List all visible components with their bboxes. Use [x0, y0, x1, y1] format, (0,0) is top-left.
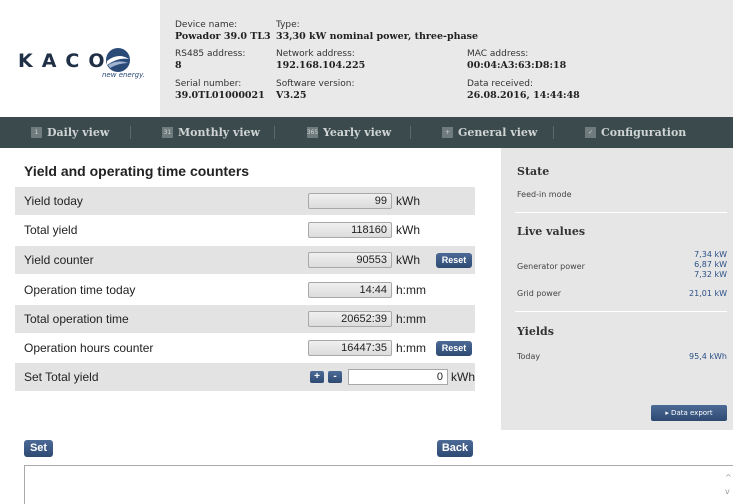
- total-operation-time-value: 20652:39: [308, 311, 392, 327]
- row-unit: kWh: [396, 194, 420, 208]
- yields-heading: Yields: [517, 325, 554, 338]
- row-label: Operation hours counter: [24, 341, 154, 355]
- operation-hours-counter-value: 16447:35: [308, 340, 392, 356]
- nav-daily-view[interactable]: 1 Daily view: [31, 117, 109, 148]
- increment-button[interactable]: +: [310, 371, 324, 383]
- calendar-day-icon: 1: [31, 127, 42, 138]
- nav-label: Configuration: [601, 126, 687, 139]
- row-label: Yield counter: [24, 253, 94, 267]
- operation-time-today-value: 14:44: [308, 282, 392, 298]
- device-info-panel: Device name: Powador 39.0 TL3 Type: 33,3…: [160, 0, 733, 117]
- yield-counter-value: 90553: [308, 252, 392, 268]
- generator-power-value-2: 6,87 kW: [694, 260, 727, 269]
- divider: [515, 212, 727, 213]
- brand-name: KACO: [18, 50, 114, 72]
- row-total-operation-time: Total operation time 20652:39 h:mm: [15, 305, 475, 333]
- set-button[interactable]: Set: [24, 440, 53, 457]
- status-sidebar: State Feed-in mode Live values Generator…: [501, 148, 733, 430]
- grid-power-label: Grid power: [517, 289, 562, 298]
- row-unit: kWh: [451, 370, 475, 384]
- nav-yearly-view[interactable]: 365 Yearly view: [307, 117, 391, 148]
- general-view-icon: +: [442, 127, 453, 138]
- state-heading: State: [517, 165, 550, 178]
- calendar-year-icon: 365: [306, 127, 319, 138]
- serial-number-field: Serial number: 39.0TL01000021: [175, 79, 265, 101]
- live-values-heading: Live values: [517, 225, 586, 238]
- row-total-yield: Total yield 118160 kWh: [15, 216, 475, 244]
- generator-power-label: Generator power: [517, 262, 585, 271]
- row-yield-today: Yield today 99 kWh: [15, 187, 475, 215]
- row-label: Yield today: [24, 194, 83, 208]
- generator-power-value-3: 7,32 kW: [694, 270, 727, 279]
- row-unit: kWh: [396, 253, 420, 267]
- nav-label: Monthly view: [178, 126, 261, 139]
- today-yield-value: 95,4 kWh: [689, 352, 727, 361]
- row-unit: h:mm: [396, 283, 426, 297]
- state-value: Feed-in mode: [517, 190, 572, 199]
- row-label: Total yield: [24, 223, 78, 237]
- kaco-logo: KACO new energy.: [0, 0, 160, 117]
- nav-divider: [130, 126, 131, 139]
- reset-operation-hours-button[interactable]: Reset: [436, 341, 472, 356]
- row-yield-counter: Yield counter 90553 kWh Reset: [15, 246, 475, 274]
- network-address-field: Network address: 192.168.104.225: [276, 49, 366, 71]
- today-yield-label: Today: [517, 352, 541, 361]
- row-operation-time-today: Operation time today 14:44 h:mm: [15, 276, 475, 304]
- row-label: Total operation time: [24, 312, 129, 326]
- calendar-month-icon: 31: [162, 127, 173, 138]
- nav-general-view[interactable]: + General view: [442, 117, 537, 148]
- nav-divider: [274, 126, 275, 139]
- main-nav: 1 Daily view 31 Monthly view 365 Yearly …: [0, 117, 733, 148]
- kaco-swoosh-icon: [106, 48, 130, 72]
- nav-label: General view: [458, 126, 538, 139]
- row-unit: h:mm: [396, 312, 426, 326]
- reset-yield-counter-button[interactable]: Reset: [436, 253, 472, 268]
- data-export-button[interactable]: ▸ Data export: [651, 405, 727, 421]
- nav-label: Daily view: [47, 126, 110, 139]
- divider: [515, 311, 727, 312]
- scroll-up-icon[interactable]: ^: [725, 473, 732, 482]
- software-version-field: Software version: V3.25: [276, 79, 355, 101]
- configuration-icon: ✓: [585, 127, 596, 138]
- scroll-down-icon[interactable]: v: [725, 487, 730, 496]
- row-unit: h:mm: [396, 341, 426, 355]
- device-name-field: Device name: Powador 39.0 TL3: [175, 20, 271, 42]
- yield-today-value: 99: [308, 193, 392, 209]
- mac-address-field: MAC address: 00:04:A3:63:D8:18: [467, 49, 567, 71]
- data-received-field: Data received: 26.08.2016, 14:44:48: [467, 79, 580, 101]
- log-textarea[interactable]: [24, 465, 733, 504]
- nav-monthly-view[interactable]: 31 Monthly view: [162, 117, 260, 148]
- set-total-yield-input[interactable]: 0: [348, 369, 448, 385]
- row-label: Set Total yield: [24, 370, 99, 384]
- nav-configuration[interactable]: ✓ Configuration: [585, 117, 686, 148]
- decrement-button[interactable]: -: [328, 371, 342, 383]
- back-button[interactable]: Back: [437, 440, 473, 457]
- row-operation-hours-counter: Operation hours counter 16447:35 h:mm Re…: [15, 334, 475, 362]
- row-unit: kWh: [396, 223, 420, 237]
- nav-divider: [553, 126, 554, 139]
- row-set-total-yield: Set Total yield + - 0 kWh: [15, 363, 475, 391]
- row-label: Operation time today: [24, 283, 136, 297]
- type-field: Type: 33,30 kW nominal power, three-phas…: [276, 20, 479, 42]
- header: KACO new energy. Device name: Powador 39…: [0, 0, 733, 117]
- grid-power-value: 21,01 kW: [689, 289, 727, 298]
- nav-divider: [410, 126, 411, 139]
- total-yield-value: 118160: [308, 222, 392, 238]
- brand-tagline: new energy.: [102, 71, 145, 79]
- generator-power-value-1: 7,34 kW: [694, 250, 727, 259]
- page-title: Yield and operating time counters: [24, 163, 250, 179]
- nav-label: Yearly view: [323, 126, 392, 139]
- rs485-field: RS485 address: 8: [175, 49, 246, 71]
